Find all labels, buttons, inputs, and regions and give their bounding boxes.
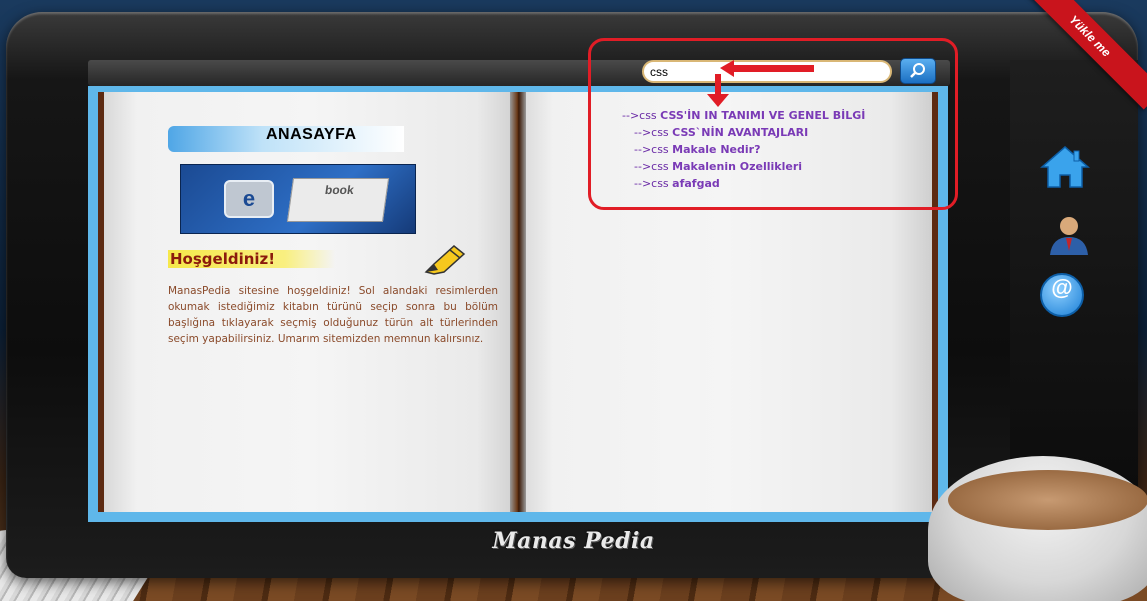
search-result-item[interactable]: -->css Makalenin Ozellikleri bbox=[622, 158, 942, 175]
welcome-text: ManasPedia sitesine hoşgeldiniz! Sol ala… bbox=[168, 285, 498, 345]
book-spine bbox=[510, 92, 526, 512]
search-results-list: -->css CSS'İN IN TANIMI VE GENEL BİLGİ -… bbox=[622, 107, 942, 192]
search-result-item[interactable]: -->css CSS'İN IN TANIMI VE GENEL BİLGİ bbox=[622, 107, 942, 124]
highlighter-pen-icon bbox=[424, 245, 466, 275]
search-result-item[interactable]: -->css afafgad bbox=[622, 175, 942, 192]
user-icon[interactable] bbox=[1044, 213, 1094, 257]
search-input[interactable] bbox=[642, 60, 892, 83]
search-result-item[interactable]: -->css CSS`NİN AVANTAJLARI bbox=[622, 124, 942, 141]
coffee-surface bbox=[948, 470, 1147, 530]
search-icon bbox=[910, 63, 925, 78]
search-result-item[interactable]: -->css Makale Nedir? bbox=[622, 141, 942, 158]
ebook-book-label: book bbox=[286, 178, 390, 222]
page-title[interactable]: ANASAYFA bbox=[266, 126, 357, 144]
search-button[interactable] bbox=[900, 58, 936, 84]
email-icon[interactable]: @ bbox=[1040, 273, 1084, 317]
ebook-e-logo: e bbox=[224, 180, 274, 218]
home-icon[interactable] bbox=[1040, 145, 1090, 189]
welcome-heading: Hoşgeldiniz! bbox=[168, 250, 336, 268]
